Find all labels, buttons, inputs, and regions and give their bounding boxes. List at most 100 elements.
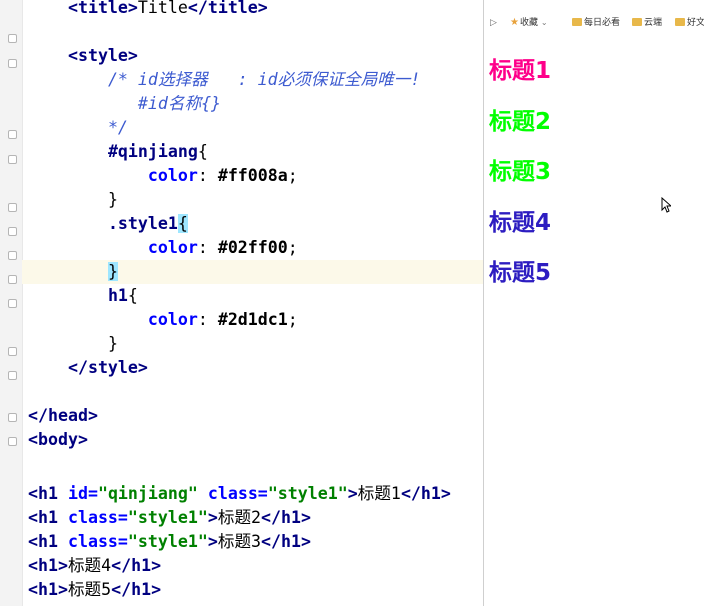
code-token: { xyxy=(177,214,188,233)
bookmarks-bar: ▷ ★收藏 ⌄ 每日必看 云端 好文 xyxy=(484,10,704,34)
code-line[interactable]: /* id选择器 : id必须保证全局唯一! xyxy=(28,68,420,92)
sidebar-toggle-icon[interactable]: ▷ xyxy=(490,16,497,30)
code-line[interactable]: </head> xyxy=(28,404,98,428)
bookmark-folder-articles[interactable]: 好文 xyxy=(675,16,704,30)
code-line[interactable]: <title>Title</title> xyxy=(28,0,268,20)
folder-icon xyxy=(572,18,582,26)
code-token: 标题5 xyxy=(67,580,112,599)
code-token: /* id选择器 : id必须保证全局唯一! xyxy=(107,70,421,89)
fold-marker-icon[interactable] xyxy=(8,299,17,308)
code-token: { xyxy=(197,142,208,161)
code-token: 标题2 xyxy=(217,508,262,527)
bookmark-label: 好文 xyxy=(687,18,704,28)
code-token: <title> xyxy=(67,0,138,17)
code-token: class= xyxy=(67,532,128,551)
code-token: ; xyxy=(287,166,298,185)
bookmark-folder-cloud[interactable]: 云端 xyxy=(632,16,662,30)
code-line[interactable]: */ xyxy=(28,116,128,140)
code-token: { xyxy=(127,286,138,305)
code-token: } xyxy=(107,190,118,209)
code-token: class= xyxy=(207,484,268,503)
code-token: 标题3 xyxy=(217,532,262,551)
code-token: color xyxy=(147,166,198,185)
bookmark-folder-daily[interactable]: 每日必看 xyxy=(572,16,620,30)
browser-preview: ▷ ★收藏 ⌄ 每日必看 云端 好文 标题1 标题2 标题3 标题4 标题5 xyxy=(484,0,704,606)
code-token: #id名称{} xyxy=(137,94,222,113)
code-line[interactable]: <h1 id="qinjiang" class="style1">标题1</h1… xyxy=(28,482,451,506)
code-line[interactable]: } xyxy=(28,188,118,212)
fold-marker-icon[interactable] xyxy=(8,130,17,139)
code-token: > xyxy=(207,532,218,551)
preview-heading-1: 标题1 xyxy=(489,58,552,84)
code-token: } xyxy=(107,262,118,281)
code-token: </title> xyxy=(187,0,268,17)
code-line[interactable]: .style1{ xyxy=(28,212,188,236)
code-token: <h1> xyxy=(28,556,68,575)
folder-icon xyxy=(632,18,642,26)
code-token: : xyxy=(197,238,218,257)
fold-marker-icon[interactable] xyxy=(8,413,17,422)
code-token: color xyxy=(147,238,198,257)
fold-marker-icon[interactable] xyxy=(8,59,17,68)
bookmark-label: 云端 xyxy=(644,18,663,28)
code-line[interactable]: color: #ff008a; xyxy=(28,164,298,188)
preview-heading-3: 标题3 xyxy=(489,159,552,185)
code-token: 标题4 xyxy=(67,556,112,575)
code-token: : xyxy=(197,310,218,329)
code-line[interactable]: color: #02ff00; xyxy=(28,236,298,260)
code-line[interactable]: h1{ xyxy=(28,284,138,308)
code-line[interactable]: #qinjiang{ xyxy=(28,140,208,164)
code-token: ; xyxy=(287,310,298,329)
code-line[interactable]: color: #2d1dc1; xyxy=(28,308,298,332)
fold-marker-icon[interactable] xyxy=(8,347,17,356)
code-editor[interactable]: <title>Title</title> <style> /* id选择器 : … xyxy=(0,0,483,606)
fold-marker-icon[interactable] xyxy=(8,203,17,212)
code-token: </style> xyxy=(67,358,148,377)
code-token: > xyxy=(347,484,358,503)
bookmark-favorites[interactable]: ★收藏 ⌄ xyxy=(510,16,548,30)
folder-icon xyxy=(675,18,685,26)
code-line[interactable]: #id名称{} xyxy=(28,92,221,116)
code-token: class= xyxy=(67,508,128,527)
code-line[interactable]: <h1 class="style1">标题2</h1> xyxy=(28,506,311,530)
code-line[interactable]: <h1 class="style1">标题3</h1> xyxy=(28,530,311,554)
code-token: #02ff00 xyxy=(217,238,288,257)
code-line[interactable]: } xyxy=(28,260,118,284)
code-line[interactable]: } xyxy=(28,332,118,356)
code-token: Title xyxy=(137,0,188,17)
code-token: h1 xyxy=(107,286,128,305)
code-line[interactable]: </style> xyxy=(28,356,148,380)
fold-marker-icon[interactable] xyxy=(8,227,17,236)
fold-marker-icon[interactable] xyxy=(8,275,17,284)
code-token: <h1 xyxy=(28,532,68,551)
fold-marker-icon[interactable] xyxy=(8,34,17,43)
code-token: > xyxy=(207,508,218,527)
code-line[interactable]: <h1>标题5</h1> xyxy=(28,578,161,602)
fold-marker-icon[interactable] xyxy=(8,371,17,380)
preview-heading-2: 标题2 xyxy=(489,109,552,135)
code-token: </h1> xyxy=(261,508,311,527)
code-line[interactable]: <style> xyxy=(28,44,138,68)
fold-marker-icon[interactable] xyxy=(8,437,17,446)
code-token: <h1 xyxy=(28,508,68,527)
code-line[interactable]: <body> xyxy=(28,428,88,452)
code-line[interactable]: <h1>标题4</h1> xyxy=(28,554,161,578)
code-token: "style1" xyxy=(267,484,348,503)
star-icon: ★ xyxy=(510,17,519,28)
chevron-down-icon: ⌄ xyxy=(540,18,548,27)
code-token: : xyxy=(197,166,218,185)
fold-marker-icon[interactable] xyxy=(8,155,17,164)
code-token: #ff008a xyxy=(217,166,288,185)
fold-marker-icon[interactable] xyxy=(8,251,17,260)
